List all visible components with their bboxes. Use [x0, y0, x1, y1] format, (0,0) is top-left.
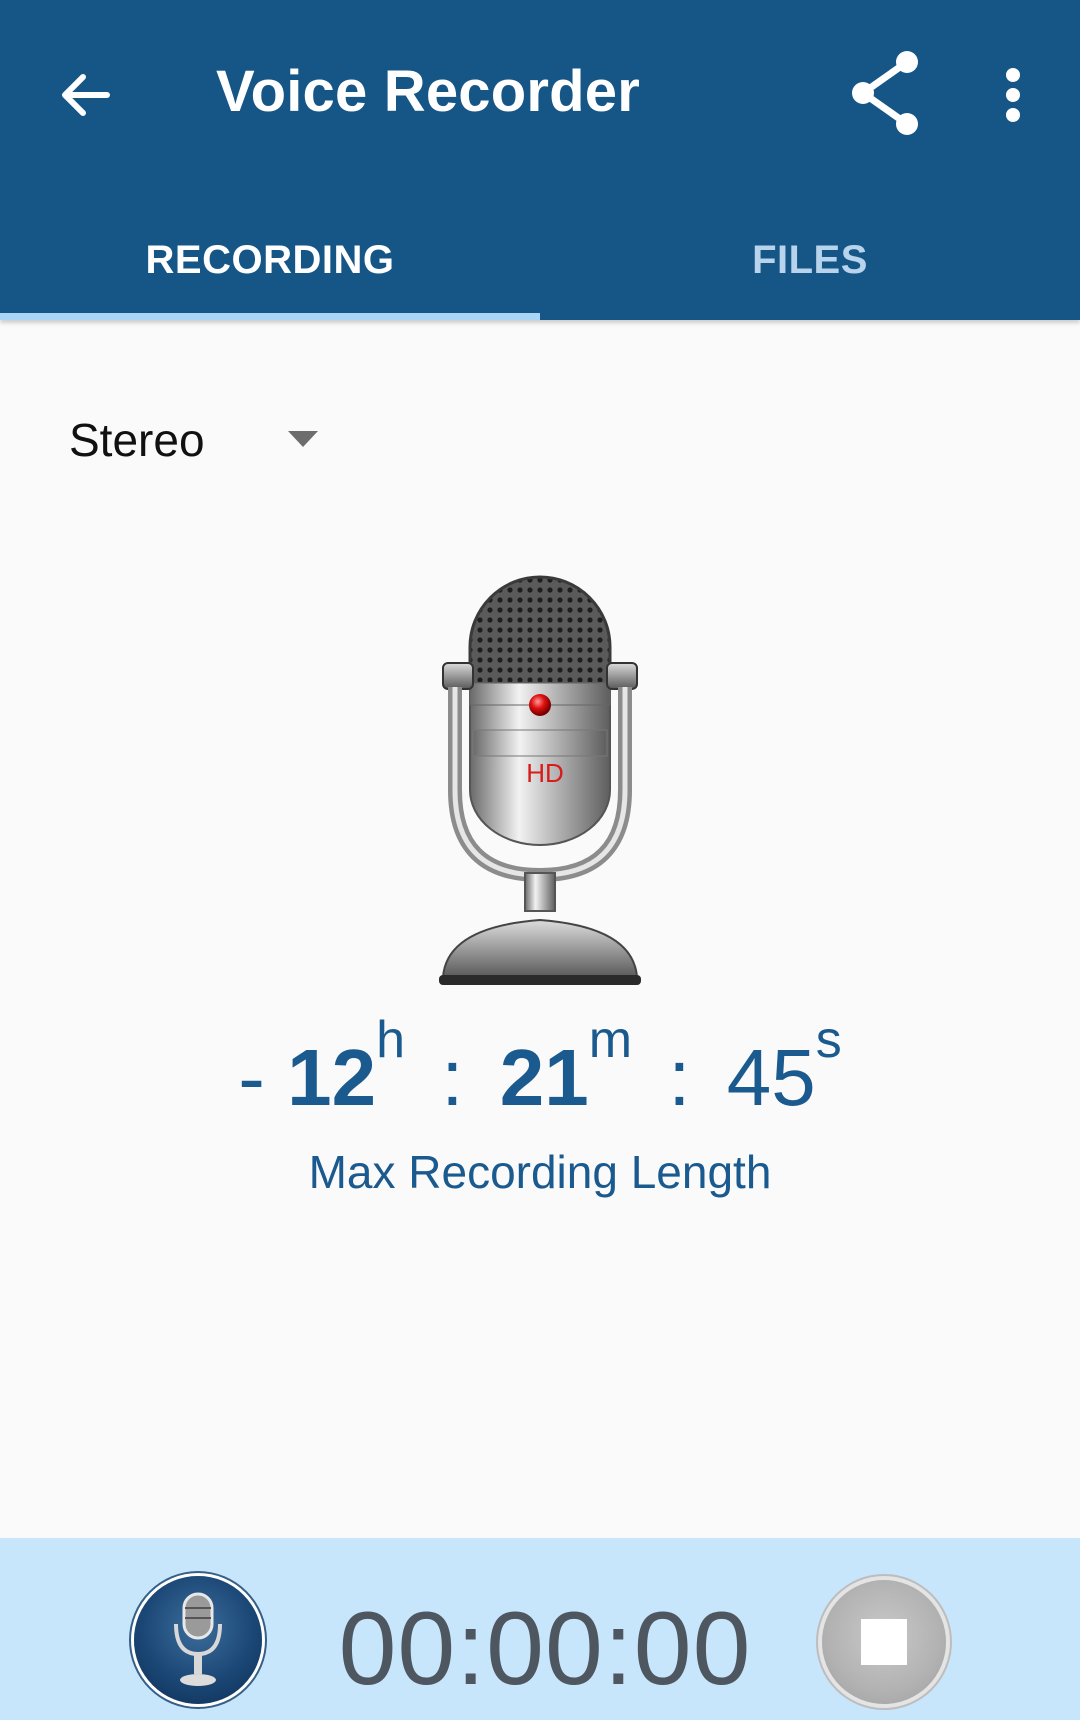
- dropdown-arrow-icon: [288, 431, 318, 447]
- tab-recording[interactable]: RECORDING: [0, 200, 540, 320]
- channel-mode-value: Stereo: [69, 414, 205, 466]
- remaining-hours: 12: [287, 1033, 377, 1122]
- microphone-record-icon: [174, 1592, 222, 1686]
- back-button[interactable]: [40, 50, 130, 140]
- hd-badge: HD: [526, 758, 564, 788]
- elapsed-time: 00:00:00: [338, 1591, 752, 1707]
- stop-button[interactable]: [822, 1580, 946, 1704]
- toolbar: Voice Recorder: [0, 0, 1080, 190]
- time-separator: :: [668, 1033, 691, 1122]
- more-vertical-icon: [1006, 68, 1020, 122]
- remaining-prefix: -: [238, 1033, 265, 1122]
- app-title: Voice Recorder: [216, 59, 641, 124]
- channel-mode-dropdown[interactable]: Stereo: [60, 395, 350, 485]
- tab-bar: RECORDING FILES: [0, 200, 1080, 320]
- remaining-time: - 12h : 21m : 45s: [0, 1010, 1080, 1124]
- time-separator: :: [441, 1033, 464, 1122]
- record-button[interactable]: [134, 1576, 262, 1704]
- seconds-unit: s: [815, 1011, 842, 1069]
- app-bar: Voice Recorder RECORDING FILES: [0, 0, 1080, 320]
- microphone-illustration: HD: [439, 575, 641, 985]
- minutes-unit: m: [588, 1011, 633, 1069]
- hours-unit: h: [376, 1011, 406, 1069]
- share-button[interactable]: [840, 45, 930, 140]
- stop-icon: [861, 1619, 907, 1665]
- share-icon: [852, 50, 918, 135]
- active-tab-indicator: [0, 313, 540, 320]
- remaining-minutes: 21: [499, 1033, 589, 1122]
- more-options-button[interactable]: [978, 50, 1048, 140]
- remaining-seconds: 45: [726, 1033, 816, 1122]
- arrow-left-icon: [62, 74, 110, 116]
- max-length-caption: Max Recording Length: [308, 1146, 772, 1198]
- tab-files[interactable]: FILES: [540, 200, 1080, 320]
